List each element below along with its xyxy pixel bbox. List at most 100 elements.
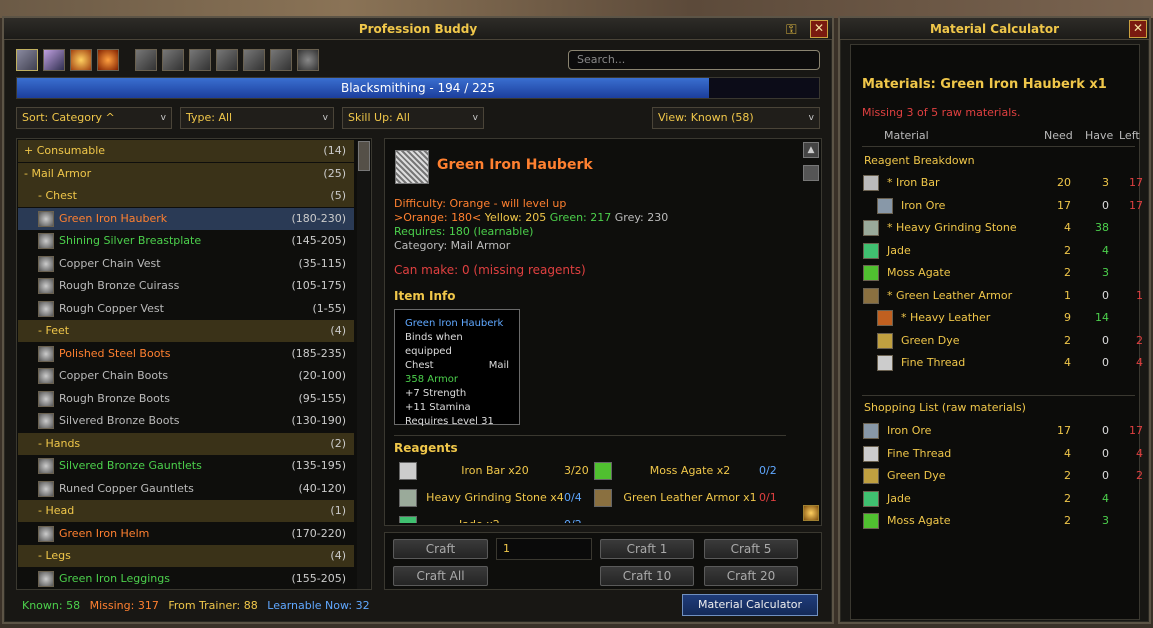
recipe-row[interactable]: Silvered Bronze Boots (130-190) [18,410,354,432]
filter-armor-icon[interactable] [162,49,184,71]
reagent-icon[interactable] [399,516,417,523]
filter-head-icon[interactable] [216,49,238,71]
window-title[interactable]: Material Calculator [840,18,1149,40]
material-name: Green Dye [887,469,946,482]
category-row[interactable]: + Consumable (14) [18,140,354,162]
filter-misc-icon[interactable] [189,49,211,71]
row-count: (40-120) [298,481,346,495]
type-dropdown[interactable]: Type: All v [180,107,334,129]
recipe-row[interactable]: Green Iron Leggings (155-205) [18,568,354,590]
skill-up-dropdown[interactable]: Skill Up: All v [342,107,484,129]
close-button[interactable]: ✕ [1129,20,1147,38]
recipe-row[interactable]: Rough Bronze Boots (95-155) [18,388,354,410]
craft-10-button[interactable]: Craft 10 [600,566,694,586]
material-row[interactable]: Green Dye 2 0 2 [863,465,1143,487]
material-row[interactable]: * Green Leather Armor 1 0 1 [863,285,1143,307]
search-input[interactable]: Search... [568,50,820,70]
material-row[interactable]: * Heavy Leather 9 14 [863,307,1138,329]
material-row[interactable]: * Iron Bar 20 3 17 [863,172,1143,194]
craft-1-button[interactable]: Craft 1 [600,539,694,559]
material-need: 4 [1064,356,1071,369]
recipe-row[interactable]: Rough Copper Vest (1-55) [18,298,354,320]
material-row[interactable]: Moss Agate 2 3 [863,510,1138,532]
material-have: 3 [1102,176,1109,189]
reagent-name: Jade x2 [459,518,500,525]
detail-scroll-up-icon[interactable]: ▲ [803,142,819,158]
recipe-row[interactable]: Green Iron Hauberk (180-230) [18,207,354,230]
recipe-list-scrollbar[interactable] [357,141,370,589]
craft-all-button[interactable]: Craft All [393,566,488,586]
recipe-row[interactable]: Copper Chain Boots (20-100) [18,365,354,387]
recipe-row[interactable]: Runed Copper Gauntlets (40-120) [18,478,354,500]
recipe-icon [38,210,54,227]
material-have: 0 [1102,288,1109,302]
divider [862,146,1135,147]
craft-quantity-input[interactable]: 1 [496,538,592,560]
filter-info-icon[interactable] [297,49,319,71]
row-count: (95-155) [298,391,346,405]
material-row[interactable]: Iron Ore 17 0 17 [863,420,1143,442]
row-count: (180-230) [291,211,346,225]
material-have: 4 [1102,491,1109,505]
material-row[interactable]: Fine Thread 4 0 4 [863,352,1143,374]
close-button[interactable]: ✕ [810,20,828,38]
material-row[interactable]: Jade 2 4 [863,488,1138,510]
key-icon[interactable]: ⚿ [786,22,804,38]
reagent-name: Heavy Grinding Stone x4 [426,491,564,504]
material-icon [863,490,879,507]
craft-5-button[interactable]: Craft 5 [704,539,798,559]
material-calculator-button[interactable]: Material Calculator [682,594,818,616]
detail-scroll-thumb[interactable] [803,165,819,181]
row-label: - Chest [38,189,77,202]
sort-dropdown[interactable]: Sort: Category ^ v [16,107,172,129]
material-have: 0 [1102,446,1109,460]
craft-20-button[interactable]: Craft 20 [704,566,798,586]
filter-weapon-icon[interactable] [135,49,157,71]
recipe-row[interactable]: Copper Chain Vest (35-115) [18,253,354,275]
cooking-icon[interactable] [70,49,92,71]
enchanting-icon[interactable] [43,49,65,71]
first-aid-icon[interactable] [97,49,119,71]
category-row[interactable]: - Feet (4) [18,320,354,342]
window-title[interactable]: Profession Buddy [4,18,832,40]
view-dropdown[interactable]: View: Known (58) v [652,107,820,129]
blacksmithing-icon[interactable] [16,49,38,71]
material-row[interactable]: Moss Agate 2 3 [863,262,1138,284]
material-icon [863,445,879,462]
recipe-icon [38,480,54,497]
recipe-row[interactable]: Shining Silver Breastplate (145-205) [18,230,354,252]
chevron-down-icon: v [472,113,478,123]
craft-button[interactable]: Craft [393,539,488,559]
category-row[interactable]: - Hands (2) [18,432,354,455]
reagent-icon[interactable] [594,489,612,507]
hint-icon[interactable] [803,505,819,521]
material-icon [877,332,893,349]
material-name: Iron Ore [887,424,932,437]
reagent-icon[interactable] [594,462,612,480]
row-count: (4) [330,549,346,562]
recipe-row[interactable]: Rough Bronze Cuirass (105-175) [18,275,354,297]
material-icon [877,355,893,371]
category-row[interactable]: - Chest (5) [18,185,354,207]
material-row[interactable]: Fine Thread 4 0 4 [863,443,1143,465]
filter-gear-icon[interactable] [243,49,265,71]
material-row[interactable]: * Heavy Grinding Stone 4 38 [863,217,1138,239]
material-have: 0 [1102,333,1109,347]
reagent-icon[interactable] [399,462,417,480]
recipe-row[interactable]: Polished Steel Boots (185-235) [18,343,354,365]
material-have: 38 [1095,221,1109,234]
reagent-grid: Iron Bar x20 3/20 Moss Agate x2 0/2 Heavy Gr… [385,139,805,525]
chevron-down-icon: v [808,113,814,123]
filter-book-icon[interactable] [270,49,292,71]
category-row[interactable]: - Legs (4) [18,545,354,567]
recipe-row[interactable]: Silvered Bronze Gauntlets (135-195) [18,455,354,477]
category-row[interactable]: - Head (1) [18,500,354,522]
recipe-row[interactable]: Green Iron Helm (170-220) [18,523,354,545]
category-row[interactable]: - Mail Armor (25) [18,162,354,185]
material-row[interactable]: Green Dye 2 0 2 [863,330,1143,352]
scrollbar-thumb[interactable] [358,141,370,171]
row-label: - Mail Armor [24,166,92,180]
material-row[interactable]: Jade 2 4 [863,240,1138,262]
reagent-icon[interactable] [399,489,417,507]
material-row[interactable]: Iron Ore 17 0 17 [863,195,1143,217]
